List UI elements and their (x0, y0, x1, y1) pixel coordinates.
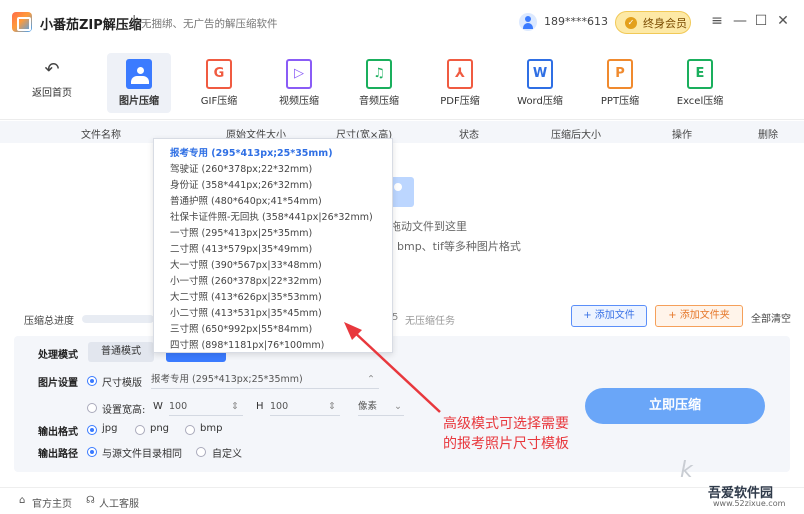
callout-line-1: 高级模式可选择需要 (443, 416, 569, 432)
watermark-mark: k (680, 458, 693, 483)
callout-line-2: 的报考照片尺寸模板 (443, 436, 569, 452)
callout-arrow (344, 322, 441, 413)
watermark-url: www.52zixue.com (713, 499, 786, 508)
